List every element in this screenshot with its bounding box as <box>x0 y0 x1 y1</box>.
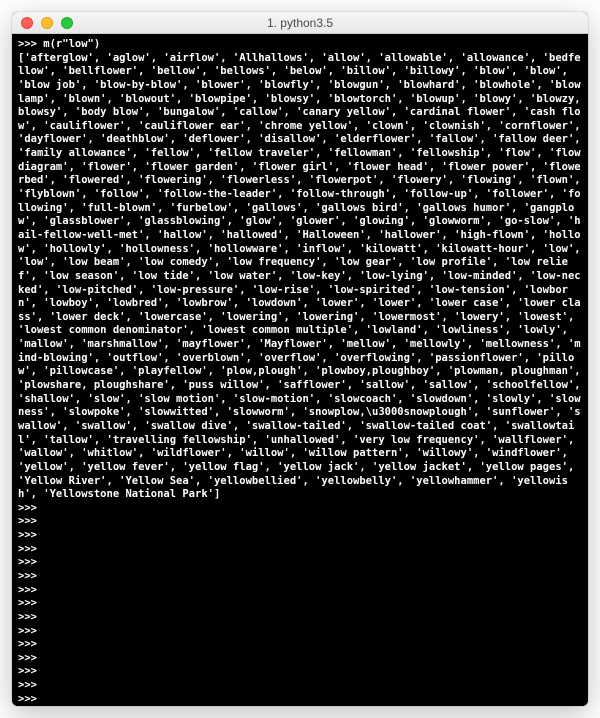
traffic-lights <box>12 17 73 29</box>
zoom-icon[interactable] <box>61 17 73 29</box>
titlebar: 1. python3.5 <box>12 12 588 34</box>
terminal-body[interactable]: >>> m(r"low") ['afterglow', 'aglow', 'ai… <box>12 34 588 706</box>
close-icon[interactable] <box>21 17 33 29</box>
minimize-icon[interactable] <box>41 17 53 29</box>
terminal-output: >>> m(r"low") ['afterglow', 'aglow', 'ai… <box>18 38 582 706</box>
terminal-window: 1. python3.5 >>> m(r"low") ['afterglow',… <box>12 12 588 706</box>
window-title: 1. python3.5 <box>12 16 588 30</box>
